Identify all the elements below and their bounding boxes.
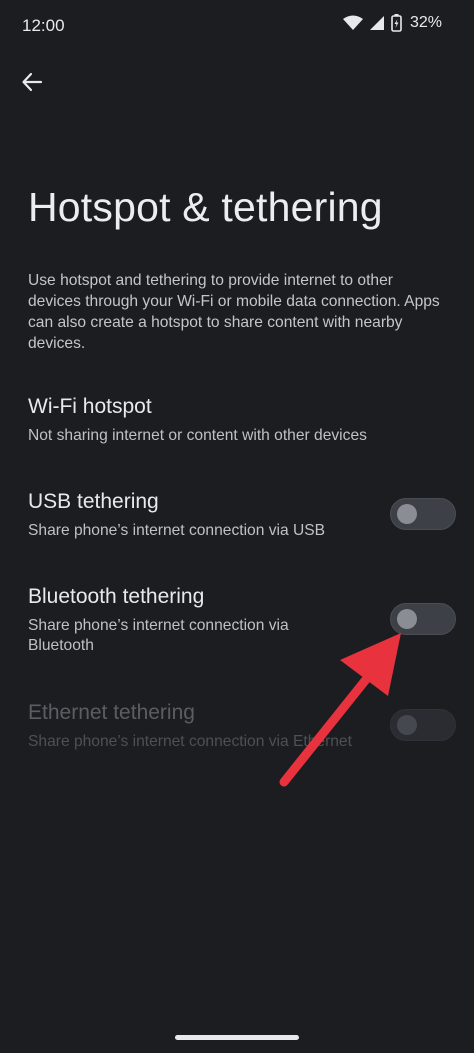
toggle-knob [397, 609, 417, 629]
bluetooth-tethering-toggle[interactable] [390, 603, 456, 635]
toggle-knob [397, 504, 417, 524]
battery-charging-icon [391, 14, 402, 32]
setting-wifi-hotspot[interactable]: Wi-Fi hotspot Not sharing internet or co… [28, 394, 448, 446]
setting-subtitle: Share phone’s internet connection via Bl… [28, 617, 289, 654]
setting-title: Ethernet tethering [28, 701, 195, 724]
setting-title: Wi-Fi hotspot [28, 395, 152, 418]
intro-text: Use hotspot and tethering to provide int… [28, 272, 440, 352]
setting-subtitle: Not sharing internet or content with oth… [28, 427, 367, 444]
usb-tethering-toggle[interactable] [390, 498, 456, 530]
signal-icon [369, 15, 385, 31]
home-indicator[interactable] [175, 1035, 299, 1040]
setting-usb-tethering[interactable]: USB tethering Share phone’s internet con… [28, 489, 368, 541]
setting-ethernet-tethering: Ethernet tethering Share phone’s interne… [28, 700, 388, 752]
toggle-knob [397, 715, 417, 735]
battery-percentage: 32% [409, 14, 442, 31]
wifi-icon [342, 15, 363, 31]
setting-subtitle: Share phone’s internet connection via US… [28, 522, 326, 539]
back-button[interactable] [14, 66, 50, 102]
arrow-left-icon [21, 71, 43, 98]
status-icons: 32% [342, 14, 442, 32]
setting-subtitle: Share phone’s internet connection via Et… [28, 733, 352, 750]
status-time: 12:00 [22, 16, 65, 35]
status-bar: 12:00 32% [0, 0, 474, 52]
setting-bluetooth-tethering[interactable]: Bluetooth tethering Share phone’s intern… [28, 584, 328, 656]
page-title: Hotspot & tethering [28, 184, 383, 230]
setting-title: Bluetooth tethering [28, 585, 205, 608]
setting-title: USB tethering [28, 490, 159, 513]
ethernet-tethering-toggle [390, 709, 456, 741]
